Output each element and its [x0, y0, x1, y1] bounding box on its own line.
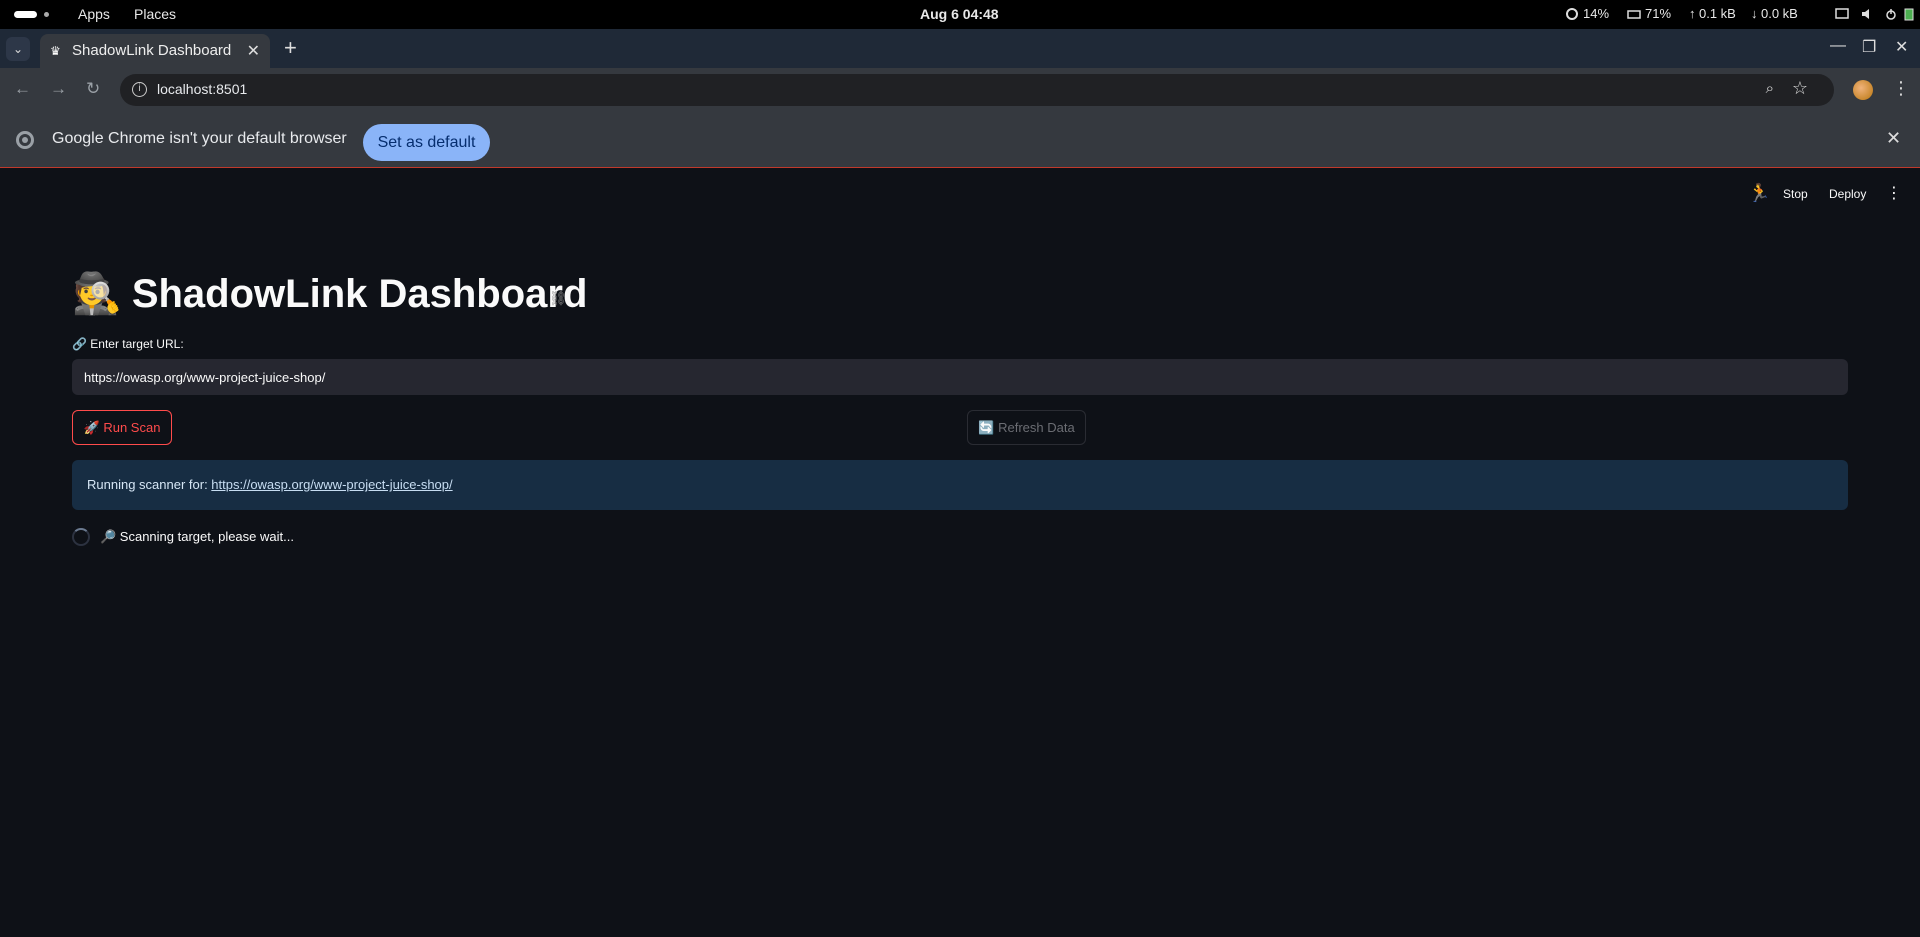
profile-avatar[interactable] [1853, 80, 1873, 100]
deploy-button[interactable]: Deploy [1829, 187, 1866, 201]
download-rate: 0.0 kB [1761, 6, 1798, 21]
apps-menu[interactable]: Apps [78, 6, 110, 22]
scan-status-text: 🔎 Scanning target, please wait... [100, 529, 294, 544]
page-title: 🕵️ ShadowLink Dashboard [72, 270, 587, 317]
crown-icon: ♛ [50, 44, 61, 58]
stop-button[interactable]: Stop [1783, 187, 1808, 201]
clock[interactable]: Aug 6 04:48 [920, 6, 999, 22]
cpu-icon [1566, 8, 1578, 20]
site-info-icon[interactable]: i [132, 82, 147, 97]
info-prefix: Running scanner for: [87, 477, 212, 492]
volume-icon[interactable] [1860, 7, 1874, 21]
close-infobar-icon[interactable]: ✕ [1886, 128, 1901, 149]
anchor-link-icon[interactable]: ⛓ [549, 290, 567, 307]
upload-arrow-icon: ↑ [1689, 6, 1696, 21]
detective-icon: 🕵️ [72, 272, 122, 316]
running-man-icon: 🏃 [1748, 183, 1771, 203]
workspace-dot[interactable] [44, 12, 49, 17]
screen-icon[interactable] [1835, 7, 1849, 21]
info-alert-text: Running scanner for: https://owasp.org/w… [87, 477, 453, 492]
default-browser-infobar: Google Chrome isn't your default browser… [0, 112, 1920, 168]
upload-rate: 0.1 kB [1699, 6, 1736, 21]
refresh-data-button[interactable]: 🔄 Refresh Data [967, 410, 1086, 445]
battery-icon[interactable] [1902, 7, 1916, 21]
browser-toolbar: ← → ↻ i localhost:8501 ⌕ ☆ ⋮ [0, 68, 1920, 112]
browser-tab-active[interactable]: ♛ ShadowLink Dashboard ✕ [40, 34, 270, 68]
memory-usage: 71% [1645, 6, 1672, 21]
set-as-default-button[interactable]: Set as default [363, 124, 490, 161]
power-icon[interactable] [1884, 7, 1898, 21]
address-bar[interactable]: i localhost:8501 ⌕ ☆ [120, 74, 1834, 106]
maximize-icon[interactable]: ❐ [1862, 37, 1876, 57]
page-title-text: ShadowLink Dashboard [131, 272, 588, 316]
url-input-label: 🔗 Enter target URL: [72, 337, 184, 351]
address-url[interactable]: localhost:8501 [157, 81, 247, 97]
close-tab-icon[interactable]: ✕ [247, 41, 260, 61]
new-tab-button[interactable]: + [284, 35, 297, 61]
info-alert: Running scanner for: https://owasp.org/w… [72, 460, 1848, 510]
browser-menu-icon[interactable]: ⋮ [1892, 78, 1910, 99]
places-menu[interactable]: Places [134, 6, 176, 22]
loading-spinner-icon [72, 528, 90, 546]
run-scan-button[interactable]: 🚀 Run Scan [72, 410, 172, 445]
browser-tab-strip: ⌄ ♛ ShadowLink Dashboard ✕ + — ❐ ✕ [0, 29, 1920, 68]
zoom-icon[interactable]: ⌕ [1766, 80, 1774, 97]
cpu-usage: 14% [1583, 6, 1610, 21]
download-arrow-icon: ↓ [1751, 6, 1758, 21]
activities-indicator[interactable] [14, 11, 37, 18]
system-top-bar: Apps Places Aug 6 04:48 14% 71% ↑ 0.1 kB… [0, 0, 1920, 29]
minimize-icon[interactable]: — [1830, 37, 1846, 55]
reload-icon[interactable]: ↻ [86, 79, 100, 99]
forward-icon[interactable]: → [50, 79, 67, 99]
memory-icon [1627, 10, 1641, 19]
chrome-icon [16, 131, 34, 149]
tab-search-button[interactable]: ⌄ [6, 37, 30, 61]
back-icon[interactable]: ← [14, 79, 31, 99]
target-url-link[interactable]: https://owasp.org/www-project-juice-shop… [211, 477, 452, 492]
app-header: 🏃 Stop Deploy ⋮ [0, 169, 1920, 221]
main-menu-icon[interactable]: ⋮ [1886, 183, 1902, 203]
bookmark-star-icon[interactable]: ☆ [1792, 78, 1808, 99]
close-window-icon[interactable]: ✕ [1895, 37, 1908, 57]
target-url-input[interactable] [72, 359, 1848, 395]
infobar-message: Google Chrome isn't your default browser [52, 130, 347, 147]
tab-title: ShadowLink Dashboard [72, 42, 232, 59]
